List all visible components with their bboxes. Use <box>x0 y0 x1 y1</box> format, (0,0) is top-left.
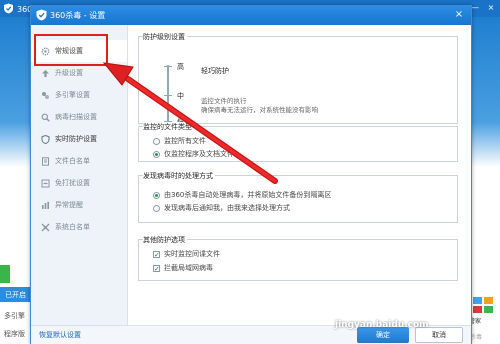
shield-logo-icon <box>36 9 47 21</box>
other-options-group: ✓ 实时监控间谍文件 ✓ 拦截局域网病毒 <box>138 239 458 281</box>
settings-content: 高 中 低 轻巧防护 监控文件的执行 确保病毒无法运行，对系统性能没有影响 防护… <box>128 25 471 325</box>
status-indicator <box>0 265 10 283</box>
settings-dialog: 360杀毒 - 设置 × 常规设置 升级设置 多引擎设置 病毒扫描设置 实时防护… <box>30 5 472 344</box>
file-list-icon <box>42 156 49 166</box>
sidebar-item-system-whitelist[interactable]: 系统白名单 <box>31 216 127 238</box>
section-title-other-options: 其他防护选项 <box>143 235 187 245</box>
sidebar-item-label: 异常提醒 <box>55 201 83 209</box>
sidebar-item-label: 多引擎设置 <box>55 91 90 99</box>
scan-icon <box>41 113 50 122</box>
protection-status: 已开启 <box>0 287 30 302</box>
radio-button[interactable] <box>153 204 160 212</box>
option-label: 由360杀毒自动处理病毒，并将原始文件备份到隔离区 <box>164 191 332 199</box>
sidebar-item-engines[interactable]: 多引擎设置 <box>31 84 127 106</box>
sidebar-item-label: 病毒扫描设置 <box>55 113 97 121</box>
system-list-icon <box>41 223 50 231</box>
level-tick <box>164 95 172 96</box>
upgrade-icon <box>42 69 49 77</box>
highlight-box <box>34 34 108 66</box>
sidebar-item-do-not-disturb[interactable]: 免打扰设置 <box>31 172 127 194</box>
option-label: 实时监控间谍文件 <box>164 250 220 258</box>
version-text: 程序版 <box>4 330 25 338</box>
dialog-title-bar[interactable]: 360杀毒 - 设置 × <box>31 6 471 25</box>
sidebar-item-label: 系统白名单 <box>55 223 90 231</box>
shield-icon <box>41 134 50 144</box>
level-tick <box>164 66 172 67</box>
sidebar-item-label: 升级设置 <box>55 69 83 77</box>
dialog-close-button[interactable]: × <box>453 9 465 21</box>
auto-handle-option[interactable]: 由360杀毒自动处理病毒，并将原始文件备份到隔离区 <box>153 190 331 200</box>
radio-button[interactable] <box>153 137 160 145</box>
engine-icon <box>42 91 49 99</box>
sidebar-item-alerts[interactable]: 异常提醒 <box>31 194 127 216</box>
checkbox[interactable]: ✓ <box>153 264 160 272</box>
option-label: 拦截局域网病毒 <box>164 264 213 272</box>
radio-button[interactable] <box>153 191 160 199</box>
radio-button[interactable] <box>153 150 160 158</box>
sidebar-item-scan[interactable]: 病毒扫描设置 <box>31 106 127 128</box>
do-not-disturb-icon <box>41 179 50 187</box>
option-label: 发现病毒后通知我，由我来选择处理方式 <box>164 204 290 212</box>
checkbox[interactable]: ✓ <box>153 250 160 258</box>
section-title-virus-action: 发现病毒时的处理方式 <box>143 171 215 181</box>
option-label: 仅监控程序及文档文件 <box>164 150 234 158</box>
section-title-protection-level: 防护级别设置 <box>143 32 187 42</box>
virus-action-group: 由360杀毒自动处理病毒，并将原始文件备份到隔离区 发现病毒后通知我，由我来选择… <box>138 175 458 223</box>
notify-me-option[interactable]: 发现病毒后通知我，由我来选择处理方式 <box>153 203 290 213</box>
level-medium[interactable]: 中 <box>177 91 184 101</box>
sidebar-item-label: 免打扰设置 <box>55 179 90 187</box>
settings-sidebar: 常规设置 升级设置 多引擎设置 病毒扫描设置 实时防护设置 文件白名单 免打扰设… <box>31 25 128 325</box>
dialog-title: 360杀毒 - 设置 <box>50 11 106 20</box>
level-slider-track[interactable] <box>167 65 169 127</box>
engine-text: 多引擎 <box>4 312 25 320</box>
alert-icon <box>42 201 49 209</box>
selected-level-name: 轻巧防护 <box>201 67 229 75</box>
monitor-programs-option[interactable]: 仅监控程序及文档文件 <box>153 149 234 159</box>
lan-virus-block-option[interactable]: ✓ 拦截局域网病毒 <box>153 263 213 273</box>
level-description: 确保病毒无法运行，对系统性能没有影响 <box>201 106 318 114</box>
option-label: 监控所有文件 <box>164 137 206 145</box>
spyware-monitor-option[interactable]: ✓ 实时监控间谍文件 <box>153 249 220 259</box>
sidebar-item-file-whitelist[interactable]: 文件白名单 <box>31 150 127 172</box>
watermark-text: jingyan.baidu.com <box>335 320 429 330</box>
tool-tile-icon[interactable] <box>472 296 494 314</box>
level-high[interactable]: 高 <box>177 62 184 72</box>
monitor-all-files-option[interactable]: 监控所有文件 <box>153 136 206 146</box>
protection-level-group: 高 中 低 轻巧防护 监控文件的执行 确保病毒无法运行，对系统性能没有影响 <box>138 36 458 127</box>
sidebar-item-label: 实时防护设置 <box>55 135 97 143</box>
section-title-monitored-files: 监控的文件类型 <box>143 122 194 132</box>
sidebar-item-label: 文件白名单 <box>55 157 90 165</box>
close-button[interactable]: × <box>486 3 496 13</box>
restore-defaults-link[interactable]: 恢复默认设置 <box>39 330 81 340</box>
shield-logo-icon <box>4 3 13 14</box>
sidebar-item-realtime[interactable]: 实时防护设置 <box>31 128 127 150</box>
